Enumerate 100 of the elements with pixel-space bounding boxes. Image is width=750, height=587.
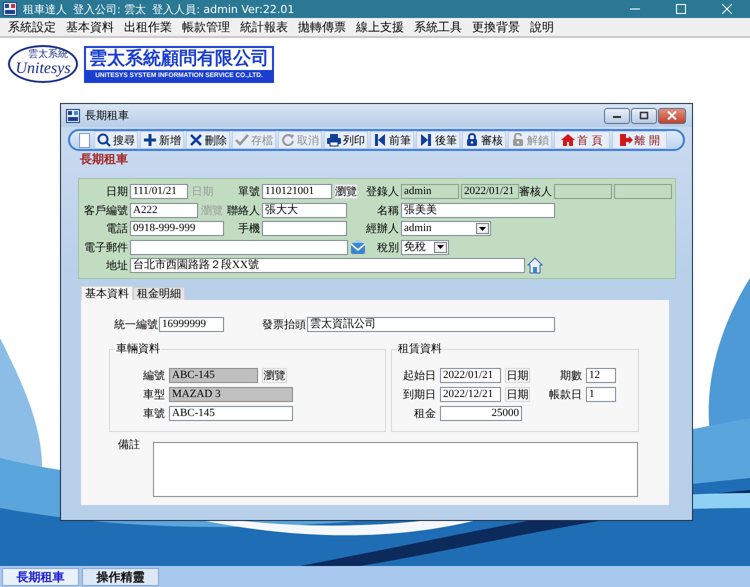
toolbar-button[interactable]: 審核 xyxy=(462,131,506,149)
toolbar-button[interactable]: 列印 xyxy=(324,131,368,149)
refresh-icon xyxy=(281,133,295,147)
field-label: 地址 xyxy=(105,258,128,273)
plus-icon xyxy=(143,133,157,147)
close-icon xyxy=(667,111,677,120)
toolbar-button[interactable]: 前筆 xyxy=(370,131,414,149)
skip-end-icon xyxy=(419,133,433,147)
house-icon[interactable] xyxy=(527,257,543,274)
maximize-icon xyxy=(639,111,649,120)
dropdown[interactable]: 免稅 xyxy=(401,240,449,254)
lock-icon xyxy=(465,133,479,147)
toolbar-button[interactable]: 搜尋 xyxy=(94,131,138,149)
task-tab[interactable]: 操作精靈 xyxy=(82,568,159,586)
tab[interactable]: 租金明細 xyxy=(133,287,185,300)
text-field[interactable] xyxy=(130,240,348,254)
field-label: 登錄人 xyxy=(366,184,399,199)
field-label: 期數 xyxy=(559,368,582,383)
field-label: 手機 xyxy=(237,221,260,236)
field-label: 稅別 xyxy=(376,240,399,254)
text-field[interactable] xyxy=(262,221,347,236)
close-button[interactable] xyxy=(658,108,686,124)
text-field[interactable]: 25000 xyxy=(440,406,522,421)
menu-item[interactable]: 線上支援 xyxy=(351,18,409,36)
text-field[interactable]: admin xyxy=(401,184,459,199)
toolbar-button[interactable]: 刪除 xyxy=(186,131,230,149)
skip-start-icon xyxy=(373,133,387,147)
field-label: 車型 xyxy=(142,387,165,402)
text-field[interactable]: 16999999 xyxy=(159,317,224,332)
field-label: 客戶編號 xyxy=(83,202,128,218)
text-field[interactable]: 張大大 xyxy=(262,202,347,218)
close-icon xyxy=(722,4,732,14)
minimize-button[interactable] xyxy=(604,108,630,124)
toolbar-button[interactable]: 首 頁 xyxy=(554,131,610,149)
unlock-icon xyxy=(511,133,525,147)
field-label: 審核人 xyxy=(519,184,552,199)
task-tab[interactable]: 長期租車 xyxy=(2,568,79,586)
field-label: 經辦人 xyxy=(366,221,399,236)
group-title: 租賃資料 xyxy=(397,342,443,356)
text-field[interactable]: 2022/01/21 xyxy=(461,184,519,199)
field-label: 聯絡人 xyxy=(226,202,260,218)
menu-item[interactable]: 帳款管理 xyxy=(177,18,235,36)
date-picker-button[interactable]: 日期 xyxy=(505,387,530,402)
field-label: 單號 xyxy=(237,184,260,199)
home-icon xyxy=(561,133,575,147)
field-label: 編號 xyxy=(142,368,165,383)
text-field[interactable]: 2022/01/21 xyxy=(440,368,501,383)
check-icon xyxy=(235,133,249,147)
menu-item[interactable]: 更換背景 xyxy=(467,18,525,36)
menu-item[interactable]: 基本資料 xyxy=(61,18,119,36)
text-field[interactable]: ABC-145 xyxy=(169,406,293,421)
menu-item[interactable]: 系統設定 xyxy=(3,18,61,36)
menu-item[interactable]: 出租作業 xyxy=(119,18,177,36)
text-field[interactable]: 110121001 xyxy=(262,184,332,199)
text-field[interactable]: A222 xyxy=(130,202,198,218)
exit-door-icon xyxy=(618,133,632,147)
browse-button[interactable]: 瀏覽 xyxy=(334,184,358,199)
text-field[interactable]: 1 xyxy=(586,387,616,402)
search-icon xyxy=(97,133,111,147)
toolbar-button[interactable]: 新增 xyxy=(140,131,184,149)
company-name: 雲太系統顧問有限公司 xyxy=(88,48,270,70)
company-label: 登入公司: 雲太 xyxy=(73,2,146,16)
search-field[interactable] xyxy=(79,132,90,148)
field-label: 車號 xyxy=(142,406,165,421)
toolbar-button[interactable]: 後筆 xyxy=(416,131,460,149)
notes-field[interactable] xyxy=(153,442,638,497)
menu-item[interactable]: 說明 xyxy=(525,18,559,36)
text-field[interactable] xyxy=(614,184,672,199)
menu-item[interactable]: 系統工具 xyxy=(409,18,467,36)
envelope-icon[interactable] xyxy=(350,238,366,256)
browse-button[interactable]: 瀏覽 xyxy=(262,368,287,383)
menu-item[interactable]: 拋轉傳票 xyxy=(293,18,351,36)
dropdown[interactable]: admin xyxy=(401,221,491,236)
field-label: 電子郵件 xyxy=(83,240,128,254)
date-picker-button[interactable]: 日期 xyxy=(505,368,530,383)
cross-icon xyxy=(189,133,203,147)
caret-icon xyxy=(434,242,447,252)
app-icon xyxy=(3,2,17,16)
field-label: 備註 xyxy=(118,437,138,452)
text-field[interactable]: 12 xyxy=(586,368,616,383)
field-label: 統一編號 xyxy=(114,317,156,332)
text-field[interactable]: MAZAD 3 xyxy=(169,387,293,402)
text-field[interactable]: ABC-145 xyxy=(169,368,258,383)
user-label: 登入人員: admin Ver:22.01 xyxy=(152,2,294,16)
text-field[interactable]: 111/01/21 xyxy=(130,184,188,199)
text-field[interactable] xyxy=(554,184,612,199)
toolbar-button[interactable]: 離 開 xyxy=(612,131,667,149)
maximize-icon xyxy=(676,4,686,14)
maximize-button[interactable] xyxy=(631,108,657,124)
field-label: 日期 xyxy=(105,184,128,199)
logo-script: Unitesys xyxy=(15,60,71,78)
menu-item[interactable]: 統計報表 xyxy=(235,18,293,36)
text-field[interactable]: 2022/12/21 xyxy=(440,387,501,402)
text-field[interactable]: 雲太資訊公司 xyxy=(307,317,555,332)
app-title: 租車達人 xyxy=(23,2,67,16)
text-field[interactable]: 台北市西園路路２段XX號 xyxy=(130,258,525,273)
field-label: 發票抬頭 xyxy=(262,317,304,332)
tab[interactable]: 基本資料 xyxy=(81,286,133,300)
field-label: 到期日 xyxy=(402,387,436,402)
text-field[interactable]: 0918-999-999 xyxy=(130,221,224,236)
